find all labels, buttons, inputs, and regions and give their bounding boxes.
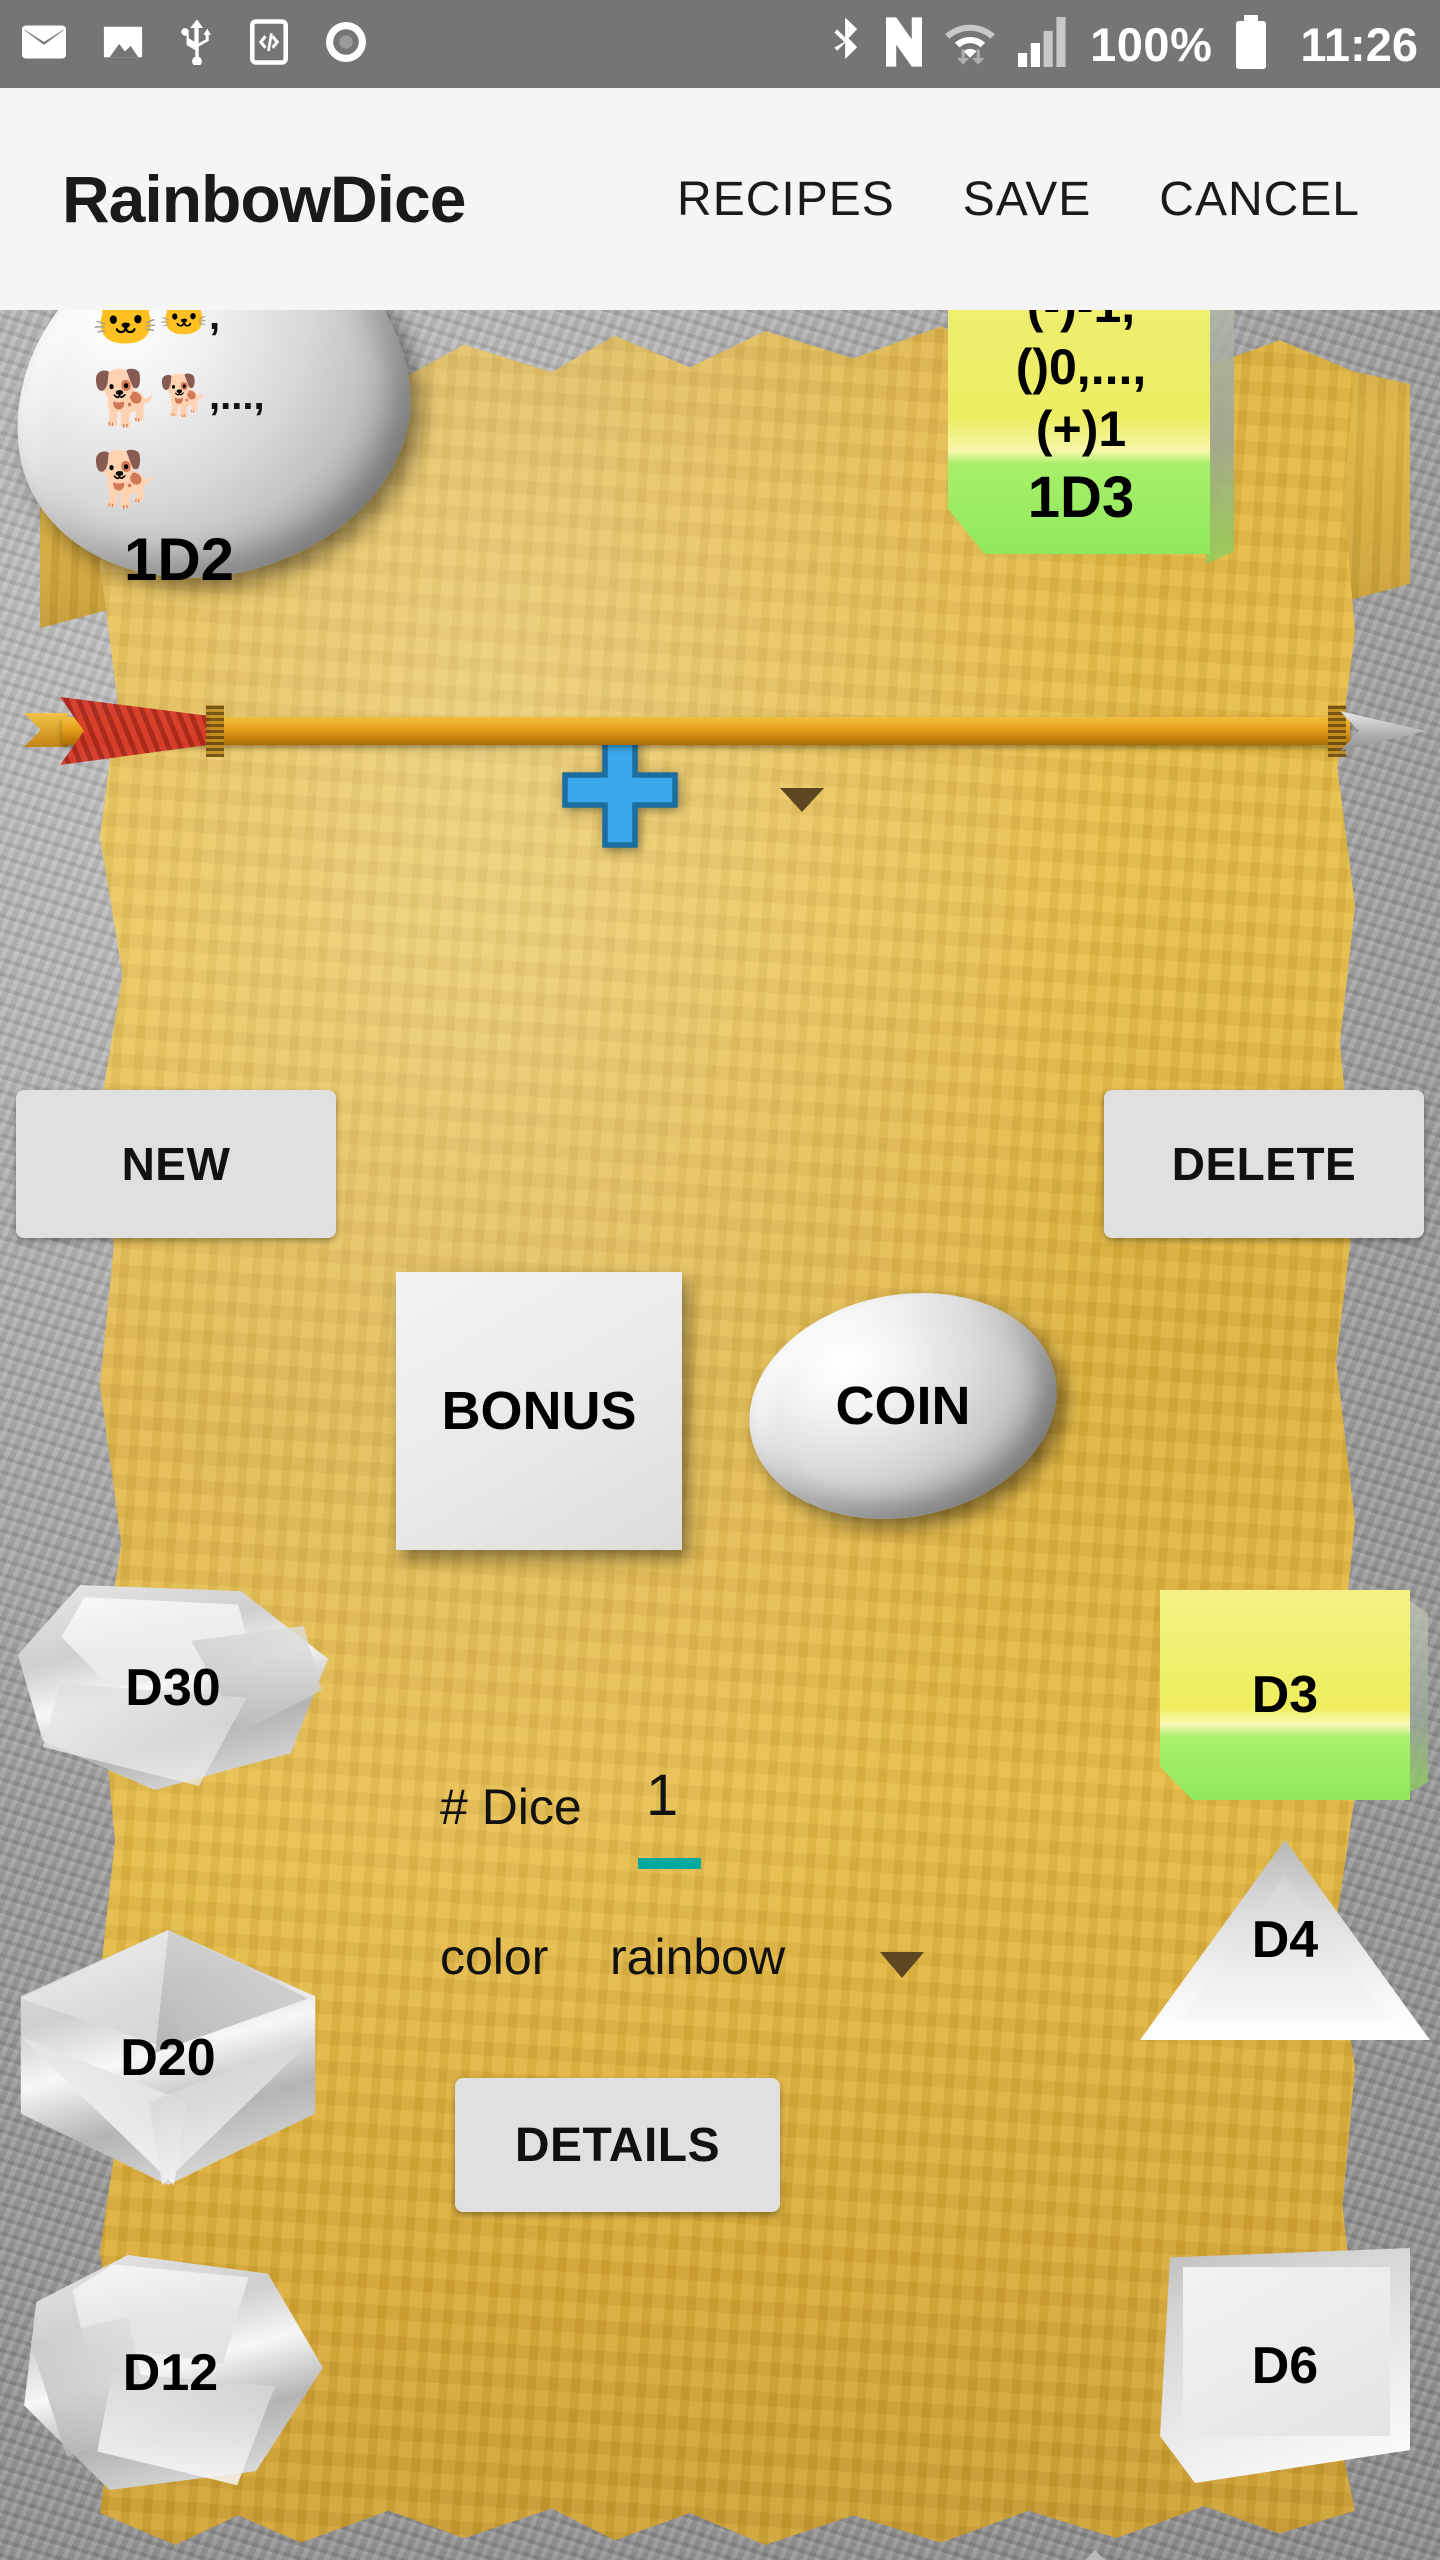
- die-palette-d6[interactable]: D6: [1160, 2248, 1410, 2483]
- recipes-button[interactable]: RECIPES: [643, 154, 929, 245]
- new-button[interactable]: NEW: [16, 1090, 336, 1238]
- signal-icon: [1018, 16, 1068, 72]
- battery-percent-label: 100%: [1090, 17, 1213, 71]
- d6-top-facet: [1182, 2266, 1390, 2436]
- die-1-face-line-1: 🐱,: [159, 310, 221, 338]
- num-dice-label: # Dice: [440, 1779, 582, 1835]
- d8-shape: [955, 2550, 1235, 2560]
- save-button[interactable]: SAVE: [929, 154, 1126, 245]
- recording-icon: [324, 20, 368, 69]
- status-bar-right-icons: 100% 11:26: [830, 14, 1418, 74]
- die-2-face-line-3: (+)1: [1035, 401, 1127, 457]
- color-label: color: [440, 1929, 549, 1985]
- die-2-face-line-1: (-)-1,: [956, 310, 1206, 336]
- details-button[interactable]: DETAILS: [455, 2078, 780, 2212]
- status-bar: 100% 11:26: [0, 0, 1440, 88]
- die-1-label: 1D2: [123, 526, 235, 593]
- num-dice-underline: [638, 1858, 701, 1869]
- app-screen: 100% 11:26 RainbowDice RECIPES SAVE CANC…: [0, 0, 1440, 2560]
- app-bar: RainbowDice RECIPES SAVE CANCEL: [0, 88, 1440, 310]
- die-palette-d12[interactable]: D12: [18, 2255, 323, 2490]
- delete-button[interactable]: DELETE: [1104, 1090, 1424, 1238]
- die-palette-d8[interactable]: D8: [955, 2550, 1235, 2560]
- die-2-side-face: [1206, 310, 1234, 564]
- configured-die-1d3[interactable]: (-)-1, ()0,..., (+)1 1D3: [948, 310, 1238, 712]
- die-type-dropdown-arrow[interactable]: [780, 788, 824, 812]
- image-icon: [102, 24, 144, 65]
- die-palette-d3[interactable]: D3: [1160, 1590, 1428, 1800]
- wifi-icon: [944, 17, 996, 72]
- nfc-icon: [886, 16, 923, 72]
- bonus-die-button[interactable]: BONUS: [396, 1272, 682, 1550]
- die-palette-d30[interactable]: D30: [18, 1585, 328, 1790]
- arrow-divider: [10, 695, 1430, 765]
- num-dice-value[interactable]: 1: [646, 1762, 742, 1829]
- color-value[interactable]: rainbow: [610, 1928, 785, 1986]
- battery-full-icon: [1234, 14, 1268, 74]
- die-1-face-line-2: 🐕,...,: [159, 374, 265, 419]
- die-palette-d20[interactable]: D20: [8, 1930, 328, 2185]
- color-select[interactable]: color rainbow: [440, 1920, 924, 2010]
- status-bar-left-icons: [22, 18, 368, 70]
- die-2-label: 1D3: [1027, 465, 1135, 530]
- cancel-button[interactable]: CANCEL: [1125, 154, 1394, 245]
- arrow-head: [1340, 711, 1426, 751]
- die-1-face-text: 🐱🐱, 🐕🐕,..., 🐕: [92, 310, 342, 518]
- d3-shape: [1160, 1590, 1410, 1800]
- die-2-face-line-2: ()0,...,: [1015, 339, 1147, 395]
- developer-mode-icon: [250, 18, 289, 70]
- app-bar-actions: RECIPES SAVE CANCEL: [643, 154, 1394, 245]
- arrow-binding-left: [206, 705, 224, 757]
- clock-label: 11:26: [1300, 17, 1418, 71]
- die-palette-d4[interactable]: D4: [1140, 1840, 1430, 2040]
- coin-label: COIN: [835, 1376, 971, 1436]
- main-content: 🐱🐱, 🐕🐕,..., 🐕 1D2 (-)-1, ()0,..., (+)1 1…: [0, 310, 1440, 2560]
- mail-icon: [22, 25, 66, 64]
- die-2-face-text: (-)-1, ()0,..., (+)1: [956, 310, 1206, 460]
- coin-die-button[interactable]: COIN: [729, 1267, 1077, 1545]
- configured-die-1d2[interactable]: 🐱🐱, 🐕🐕,..., 🐕 1D2: [0, 310, 431, 705]
- bluetooth-icon: [830, 16, 864, 72]
- color-dropdown-arrow-icon[interactable]: [880, 1952, 924, 1978]
- num-dice-field[interactable]: # Dice 1: [440, 1760, 770, 1880]
- usb-icon: [180, 18, 214, 70]
- app-title: RainbowDice: [62, 162, 466, 236]
- arrow-shaft: [62, 717, 1350, 745]
